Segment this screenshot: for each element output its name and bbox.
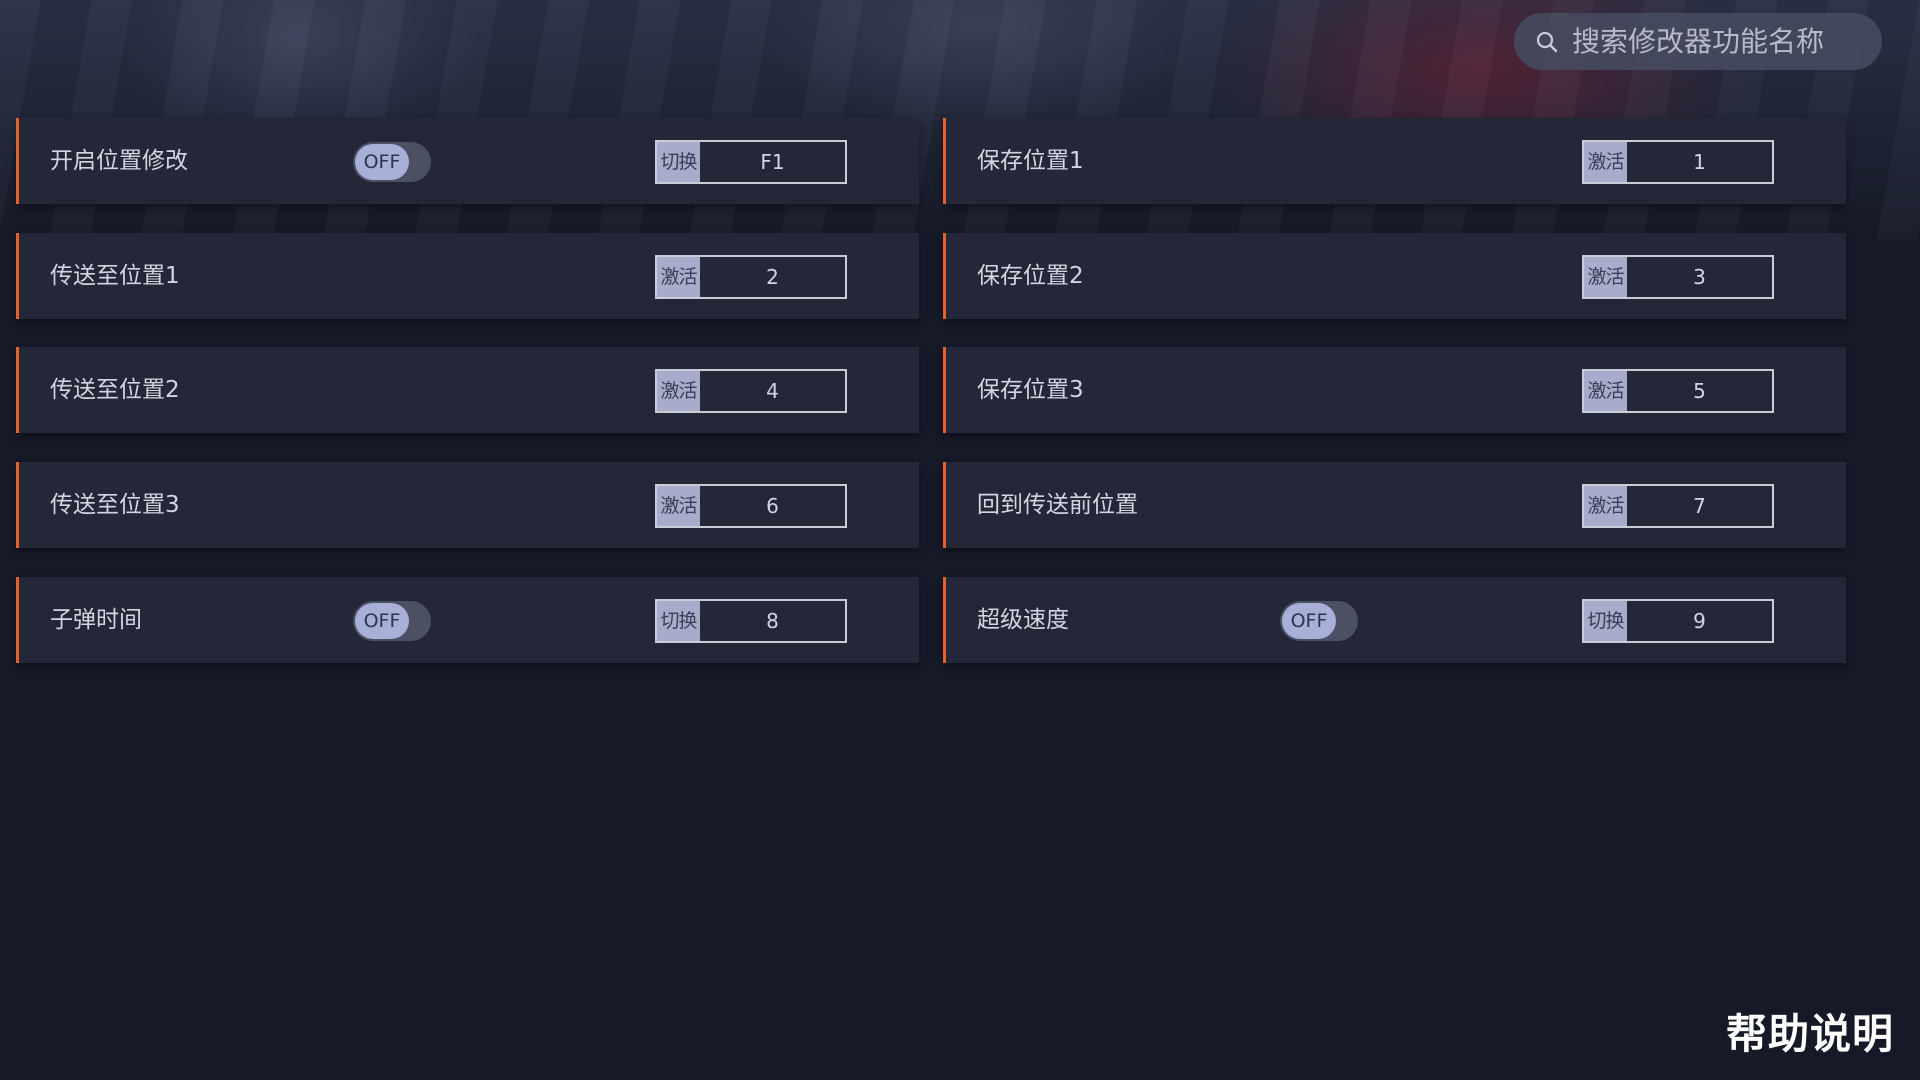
hotkey-key: 6 bbox=[766, 494, 779, 518]
toggle-switch[interactable]: OFF bbox=[353, 142, 431, 182]
hotkey-key: 3 bbox=[1693, 265, 1706, 289]
hotkey-box[interactable]: 激活 2 bbox=[655, 255, 847, 299]
hotkey-type-label: 激活 bbox=[657, 371, 700, 411]
help-link[interactable]: 帮助说明 bbox=[1726, 1000, 1894, 1060]
hotkey-type-label: 激活 bbox=[657, 486, 700, 526]
hotkey-box[interactable]: 激活 4 bbox=[655, 369, 847, 413]
cheat-label: 传送至位置3 bbox=[50, 492, 180, 518]
cheat-label: 保存位置2 bbox=[977, 263, 1084, 289]
hotkey-key: 5 bbox=[1693, 379, 1706, 403]
hotkey-key: 8 bbox=[766, 609, 779, 633]
toggle-switch[interactable]: OFF bbox=[1280, 601, 1358, 641]
hotkey-key: 4 bbox=[766, 379, 779, 403]
hotkey-key: 2 bbox=[766, 265, 779, 289]
cheat-label: 保存位置1 bbox=[977, 148, 1084, 174]
cheat-label: 回到传送前位置 bbox=[977, 492, 1138, 518]
cheat-row-teleport-1: 传送至位置1 激活 2 bbox=[16, 233, 919, 319]
hotkey-type-label: 激活 bbox=[1584, 142, 1627, 182]
toggle-switch[interactable]: OFF bbox=[353, 601, 431, 641]
cheat-row-return-position: 回到传送前位置 激活 7 bbox=[943, 462, 1846, 548]
hotkey-box[interactable]: 激活 7 bbox=[1582, 484, 1774, 528]
toggle-state: OFF bbox=[355, 144, 409, 180]
search-input[interactable] bbox=[1570, 24, 1874, 59]
cheat-row-enable-position-edit: 开启位置修改 OFF 切换 F1 bbox=[16, 118, 919, 204]
cheat-label: 子弹时间 bbox=[50, 607, 142, 633]
hotkey-box[interactable]: 切换 8 bbox=[655, 599, 847, 643]
cheat-label: 超级速度 bbox=[977, 607, 1069, 633]
cheat-row-save-1: 保存位置1 激活 1 bbox=[943, 118, 1846, 204]
toggle-state: OFF bbox=[355, 603, 409, 639]
cheat-row-teleport-2: 传送至位置2 激活 4 bbox=[16, 347, 919, 433]
search-icon bbox=[1534, 29, 1560, 55]
cheat-row-teleport-3: 传送至位置3 激活 6 bbox=[16, 462, 919, 548]
cheat-label: 传送至位置2 bbox=[50, 377, 180, 403]
cheat-row-save-3: 保存位置3 激活 5 bbox=[943, 347, 1846, 433]
cheat-row-bullet-time: 子弹时间 OFF 切换 8 bbox=[16, 577, 919, 663]
cheat-label: 保存位置3 bbox=[977, 377, 1084, 403]
toggle-state: OFF bbox=[1282, 603, 1336, 639]
hotkey-type-label: 切换 bbox=[657, 601, 700, 641]
cheat-row-save-2: 保存位置2 激活 3 bbox=[943, 233, 1846, 319]
hotkey-key: F1 bbox=[760, 150, 785, 174]
hotkey-box[interactable]: 激活 5 bbox=[1582, 369, 1774, 413]
search-box[interactable] bbox=[1514, 13, 1882, 70]
cheat-row-super-speed: 超级速度 OFF 切换 9 bbox=[943, 577, 1846, 663]
hotkey-type-label: 切换 bbox=[657, 142, 700, 182]
hotkey-key: 1 bbox=[1693, 150, 1706, 174]
hotkey-key: 7 bbox=[1693, 494, 1706, 518]
cheat-label: 传送至位置1 bbox=[50, 263, 180, 289]
hotkey-key: 9 bbox=[1693, 609, 1706, 633]
hotkey-box[interactable]: 切换 F1 bbox=[655, 140, 847, 184]
hotkey-box[interactable]: 激活 3 bbox=[1582, 255, 1774, 299]
hotkey-type-label: 激活 bbox=[1584, 371, 1627, 411]
cheat-label: 开启位置修改 bbox=[50, 148, 188, 174]
hotkey-type-label: 激活 bbox=[657, 257, 700, 297]
trainer-window: 开启位置修改 OFF 切换 F1 传送至位置1 激活 2 传送至位置2 激活 4… bbox=[0, 0, 1920, 1080]
hotkey-type-label: 激活 bbox=[1584, 257, 1627, 297]
hotkey-box[interactable]: 切换 9 bbox=[1582, 599, 1774, 643]
hotkey-type-label: 切换 bbox=[1584, 601, 1627, 641]
hotkey-type-label: 激活 bbox=[1584, 486, 1627, 526]
hotkey-box[interactable]: 激活 6 bbox=[655, 484, 847, 528]
hotkey-box[interactable]: 激活 1 bbox=[1582, 140, 1774, 184]
